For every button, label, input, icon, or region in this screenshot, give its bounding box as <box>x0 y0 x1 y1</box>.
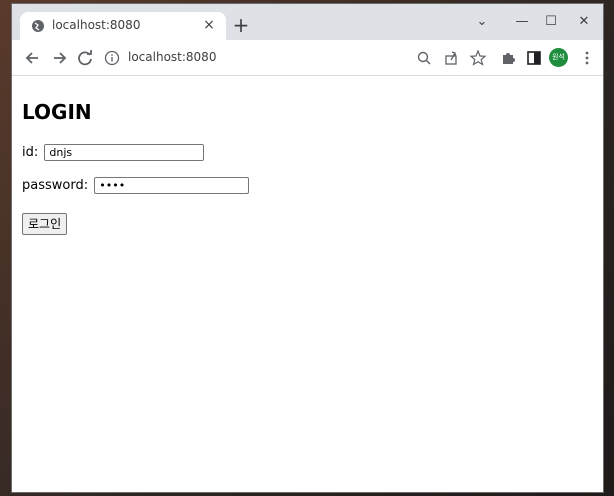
tab-strip: localhost:8080 × + ⌄ — ☐ ✕ <box>12 4 603 40</box>
bookmark-star-icon[interactable] <box>467 47 489 69</box>
tab-title: localhost:8080 <box>52 18 141 32</box>
browser-window: localhost:8080 × + ⌄ — ☐ ✕ localhost:808… <box>11 3 604 493</box>
tab-search-chevron-icon[interactable]: ⌄ <box>465 10 499 34</box>
more-menu-icon[interactable] <box>576 47 598 69</box>
browser-toolbar: localhost:8080 원석 <box>12 40 603 76</box>
side-panel-icon[interactable] <box>523 47 545 69</box>
page-content: LOGIN id: dnjs password: •••• 로그인 <box>12 76 603 492</box>
id-label: id: <box>22 145 39 160</box>
share-icon[interactable] <box>440 47 462 69</box>
forward-arrow-icon[interactable] <box>48 47 70 69</box>
globe-icon <box>32 20 44 32</box>
site-info-icon[interactable] <box>104 50 120 66</box>
password-row: password: •••• <box>22 177 250 194</box>
url-text[interactable]: localhost:8080 <box>128 50 216 64</box>
password-input[interactable]: •••• <box>94 177 250 194</box>
zoom-icon[interactable] <box>413 47 435 69</box>
extensions-puzzle-icon[interactable] <box>497 47 519 69</box>
reload-icon[interactable] <box>74 47 96 69</box>
new-tab-button[interactable]: + <box>231 15 251 36</box>
maximize-button[interactable]: ☐ <box>534 10 568 34</box>
window-close-button[interactable]: ✕ <box>567 10 601 34</box>
tab-close-icon[interactable]: × <box>200 16 218 34</box>
password-label: password: <box>22 178 89 193</box>
browser-tab[interactable]: localhost:8080 × <box>20 12 226 40</box>
id-input[interactable]: dnjs <box>44 144 205 161</box>
back-arrow-icon[interactable] <box>22 47 44 69</box>
page-title: LOGIN <box>22 100 92 124</box>
id-row: id: dnjs <box>22 144 205 161</box>
login-button[interactable]: 로그인 <box>22 213 68 235</box>
profile-avatar[interactable]: 원석 <box>549 48 568 67</box>
